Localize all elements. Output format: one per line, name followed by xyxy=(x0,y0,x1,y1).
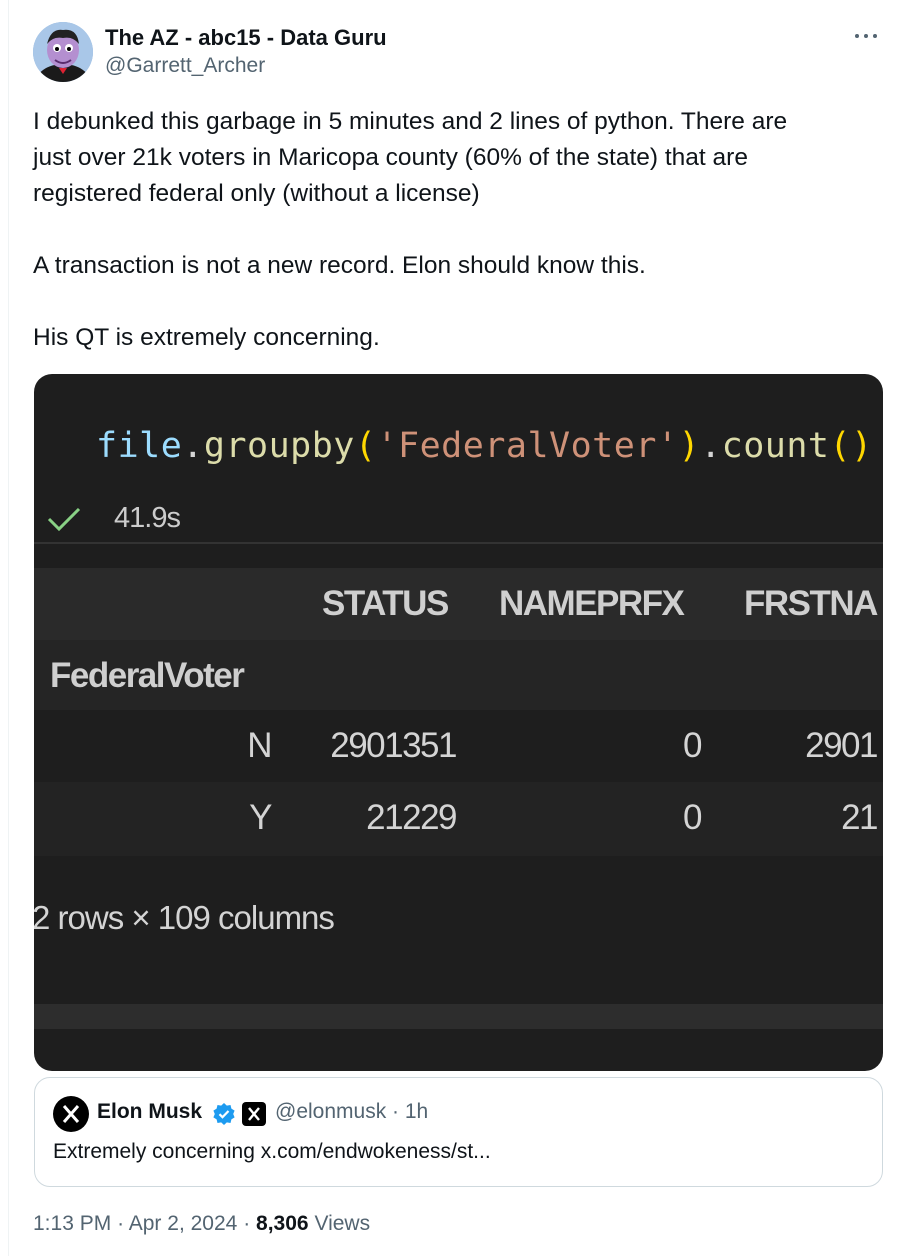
check-icon xyxy=(47,507,81,532)
quoted-handle-time[interactable]: @elonmusk · 1h xyxy=(275,1100,428,1124)
meta-separator: · xyxy=(243,1212,251,1235)
tweet: The AZ - abc15 - Data Guru @Garrett_Arch… xyxy=(33,0,883,1256)
output-divider xyxy=(34,542,883,544)
tweet-header: The AZ - abc15 - Data Guru @Garrett_Arch… xyxy=(33,20,883,84)
code-token: . xyxy=(700,426,722,466)
quoted-text: Extremely concerning x.com/endwokeness/s… xyxy=(53,1140,491,1163)
column-header: FRSTNA xyxy=(744,584,878,623)
tweet-text-line: just over 21k voters in Maricopa county … xyxy=(33,144,748,171)
table-cell: 21 xyxy=(841,798,878,837)
code-line: file.groupby('FederalVoter').count() xyxy=(96,426,873,466)
verified-badge-icon xyxy=(213,1103,235,1125)
tweet-meta: 1:13 PM · Apr 2, 2024 · 8,306 Views xyxy=(33,1212,370,1236)
x-logo-icon xyxy=(62,1105,80,1123)
quoted-display-name[interactable]: Elon Musk xyxy=(97,1100,202,1124)
code-token: 'FederalVoter' xyxy=(376,426,679,466)
tweet-time[interactable]: 1:13 PM xyxy=(33,1212,111,1235)
table-row: N 2901351 0 2901 xyxy=(34,710,883,782)
index-name-row: FederalVoter xyxy=(34,640,883,710)
tweet-text-line: registered federal only (without a licen… xyxy=(33,180,480,207)
table-header-row: STATUS NAMEPRFX FRSTNA xyxy=(34,568,883,640)
index-name: FederalVoter xyxy=(50,656,245,695)
avatar[interactable] xyxy=(33,22,93,82)
tweet-date[interactable]: Apr 2, 2024 xyxy=(129,1212,238,1235)
views-label: Views xyxy=(314,1212,371,1235)
tweet-text-line: I debunked this garbage in 5 minutes and… xyxy=(33,108,788,135)
table-cell: 0 xyxy=(683,798,702,837)
table-cell: 21229 xyxy=(366,798,457,837)
table-cell: 0 xyxy=(683,726,702,765)
meta-separator: · xyxy=(117,1212,125,1235)
code-token: groupby xyxy=(203,426,355,466)
author-names: The AZ - abc15 - Data Guru @Garrett_Arch… xyxy=(105,24,387,80)
code-token: () xyxy=(829,426,873,466)
code-token: ( xyxy=(354,426,377,466)
table-cell: 2901 xyxy=(805,726,878,765)
tweet-text-line: A transaction is not a new record. Elon … xyxy=(33,252,646,279)
row-index: Y xyxy=(249,798,272,837)
more-icon[interactable] xyxy=(851,24,881,48)
column-header: NAMEPRFX xyxy=(499,584,685,623)
quoted-tweet[interactable]: Elon Musk @elonmusk · 1h Extremely conce… xyxy=(34,1077,883,1187)
code-token: ) xyxy=(678,426,701,466)
affiliate-x-icon xyxy=(242,1102,266,1126)
timeline-border xyxy=(8,0,9,1256)
dataframe-shape: 2 rows × 109 columns xyxy=(34,899,335,936)
row-index: N xyxy=(247,726,272,765)
table-cell: 2901351 xyxy=(330,726,457,765)
tweet-text-line: His QT is extremely concerning. xyxy=(33,324,380,351)
code-token: . xyxy=(182,426,204,466)
tweet-media-screenshot[interactable]: file.groupby('FederalVoter').count() 41.… xyxy=(34,374,883,1071)
horizontal-scrollbar[interactable] xyxy=(34,1004,883,1029)
code-token: count xyxy=(721,426,830,466)
author-handle[interactable]: @Garrett_Archer xyxy=(105,52,387,80)
code-token: file xyxy=(96,426,183,466)
author-display-name[interactable]: The AZ - abc15 - Data Guru xyxy=(105,24,387,52)
execution-time: 41.9s xyxy=(114,502,181,534)
quoted-avatar[interactable] xyxy=(53,1096,89,1132)
avatar-image xyxy=(33,22,93,82)
table-row: Y 21229 0 21 xyxy=(34,782,883,856)
views-count[interactable]: 8,306 xyxy=(256,1212,309,1235)
tweet-text: I debunked this garbage in 5 minutes and… xyxy=(33,104,883,356)
column-header: STATUS xyxy=(322,584,449,623)
